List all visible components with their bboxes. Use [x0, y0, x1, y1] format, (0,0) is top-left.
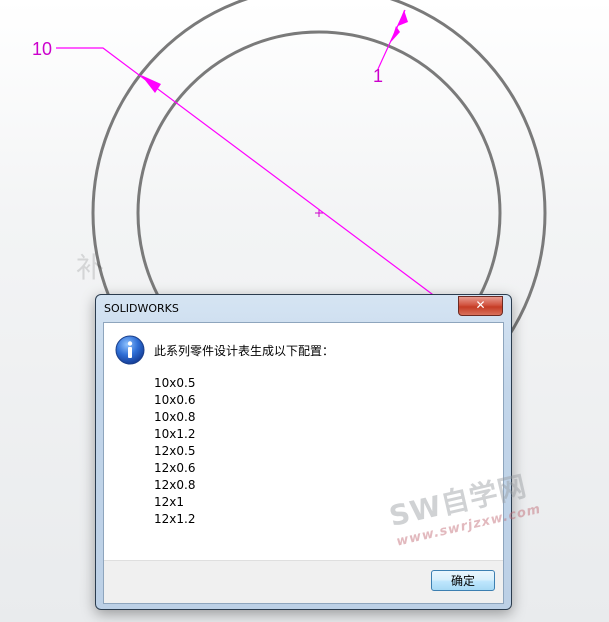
- dialog-titlebar[interactable]: SOLIDWORKS ✕: [96, 295, 511, 321]
- configuration-list: 10x0.5 10x0.6 10x0.8 10x1.2 12x0.5 12x0.…: [154, 375, 195, 528]
- list-item: 10x1.2: [154, 427, 196, 441]
- diameter-arrowhead: [141, 75, 161, 93]
- close-button[interactable]: ✕: [458, 296, 503, 316]
- list-item: 12x0.5: [154, 444, 196, 458]
- list-item: 10x0.6: [154, 393, 196, 407]
- message-dialog: SOLIDWORKS ✕ 此系列零件设计表生成以下配置： 10x0.5 10x0…: [95, 294, 512, 610]
- dialog-title: SOLIDWORKS: [104, 302, 179, 315]
- info-icon: [115, 335, 145, 365]
- list-item: 10x0.5: [154, 376, 196, 390]
- list-item: 12x0.8: [154, 478, 196, 492]
- list-item: 12x0.6: [154, 461, 196, 475]
- ok-button[interactable]: 确定: [431, 570, 495, 591]
- thickness-arrow-bottom: [391, 26, 400, 42]
- list-item: 12x1.2: [154, 512, 196, 526]
- list-item: 12x1: [154, 495, 185, 509]
- side-watermark: 补: [76, 251, 105, 284]
- dialog-footer: 确定: [104, 560, 503, 603]
- thickness-arrow-top: [398, 10, 408, 26]
- dialog-message: 此系列零件设计表生成以下配置：: [154, 344, 335, 358]
- diameter-dimension-label[interactable]: 10: [32, 40, 52, 58]
- thickness-dimension-label[interactable]: 1: [373, 67, 383, 85]
- dialog-content: 此系列零件设计表生成以下配置： 10x0.5 10x0.6 10x0.8 10x…: [103, 322, 504, 604]
- list-item: 10x0.8: [154, 410, 196, 424]
- close-icon: ✕: [475, 298, 486, 312]
